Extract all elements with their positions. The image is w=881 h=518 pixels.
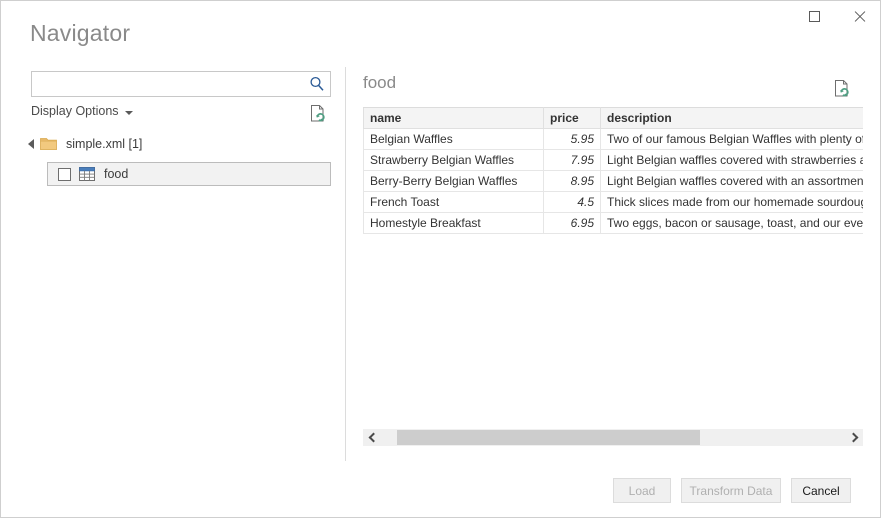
table-cell: Two eggs, bacon or sausage, toast, and o… — [601, 213, 864, 234]
title-bar — [1, 1, 881, 31]
chevron-left-icon[interactable] — [363, 429, 380, 446]
table-cell: French Toast — [364, 192, 544, 213]
table-cell: Light Belgian waffles covered with straw… — [601, 150, 864, 171]
dialog-footer: Load Transform Data Cancel — [1, 476, 881, 518]
table-row: Berry-Berry Belgian Waffles8.95Light Bel… — [364, 171, 864, 192]
tree-item-label: food — [104, 167, 128, 181]
search-icon — [308, 75, 326, 93]
chevron-right-glyph — [848, 433, 858, 443]
search-input[interactable] — [32, 72, 307, 96]
collapse-triangle-icon[interactable] — [28, 139, 34, 149]
load-button[interactable]: Load — [613, 478, 671, 503]
table-grid-icon — [79, 167, 95, 181]
page-title: Navigator — [30, 20, 130, 47]
chevron-down-icon[interactable] — [125, 111, 133, 115]
chevron-right-icon[interactable] — [846, 429, 863, 446]
right-pane: food name price description — [361, 61, 881, 461]
table-cell: Homestyle Breakfast — [364, 213, 544, 234]
display-options-row: Display Options — [31, 104, 331, 126]
table-cell: 6.95 — [544, 213, 601, 234]
table-cell: 4.5 — [544, 192, 601, 213]
maximize-button[interactable] — [792, 1, 837, 31]
chevron-left-glyph — [368, 433, 378, 443]
table-row: Strawberry Belgian Waffles7.95Light Belg… — [364, 150, 864, 171]
tree-node-root[interactable]: simple.xml [1] — [25, 133, 335, 155]
close-icon — [853, 10, 866, 23]
table-cell: 5.95 — [544, 129, 601, 150]
maximize-icon — [809, 11, 820, 22]
navigation-tree: simple.xml [1] food — [25, 133, 335, 186]
folder-icon — [40, 137, 57, 151]
column-header-name[interactable]: name — [364, 108, 544, 129]
close-button[interactable] — [837, 1, 881, 31]
table-row: French Toast4.5Thick slices made from ou… — [364, 192, 864, 213]
tree-item-checkbox[interactable] — [58, 168, 71, 181]
table-cell: Light Belgian waffles covered with an as… — [601, 171, 864, 192]
table-cell: 8.95 — [544, 171, 601, 192]
table-row: Homestyle Breakfast6.95Two eggs, bacon o… — [364, 213, 864, 234]
transform-data-button[interactable]: Transform Data — [681, 478, 781, 503]
table-header-row: name price description — [364, 108, 864, 129]
tree-item-food[interactable]: food — [47, 162, 331, 186]
refresh-document-icon[interactable] — [309, 104, 329, 124]
table-cell: 7.95 — [544, 150, 601, 171]
table-cell: Thick slices made from our homemade sour… — [601, 192, 864, 213]
column-header-description[interactable]: description — [601, 108, 864, 129]
column-header-price[interactable]: price — [544, 108, 601, 129]
left-pane: Display Options simple.xml [1] — [1, 61, 345, 461]
table-row: Belgian Waffles5.95Two of our famous Bel… — [364, 129, 864, 150]
table-cell: Berry-Berry Belgian Waffles — [364, 171, 544, 192]
table-body: Belgian Waffles5.95Two of our famous Bel… — [364, 129, 864, 234]
cancel-button[interactable]: Cancel — [791, 478, 851, 503]
navigator-dialog: Navigator Display Options — [0, 0, 881, 518]
refresh-document-icon[interactable] — [833, 79, 853, 99]
preview-table: name price description Belgian Waffles5.… — [363, 107, 863, 234]
search-box[interactable] — [31, 71, 331, 97]
preview-table-viewport: name price description Belgian Waffles5.… — [363, 107, 863, 234]
pane-divider — [345, 67, 346, 461]
table-cell: Two of our famous Belgian Waffles with p… — [601, 129, 864, 150]
horizontal-scrollbar[interactable] — [363, 429, 863, 446]
display-options-button[interactable]: Display Options — [31, 104, 119, 118]
tree-root-label: simple.xml [1] — [66, 137, 142, 151]
scrollbar-thumb[interactable] — [397, 430, 700, 445]
table-cell: Belgian Waffles — [364, 129, 544, 150]
table-cell: Strawberry Belgian Waffles — [364, 150, 544, 171]
preview-title: food — [363, 73, 396, 93]
